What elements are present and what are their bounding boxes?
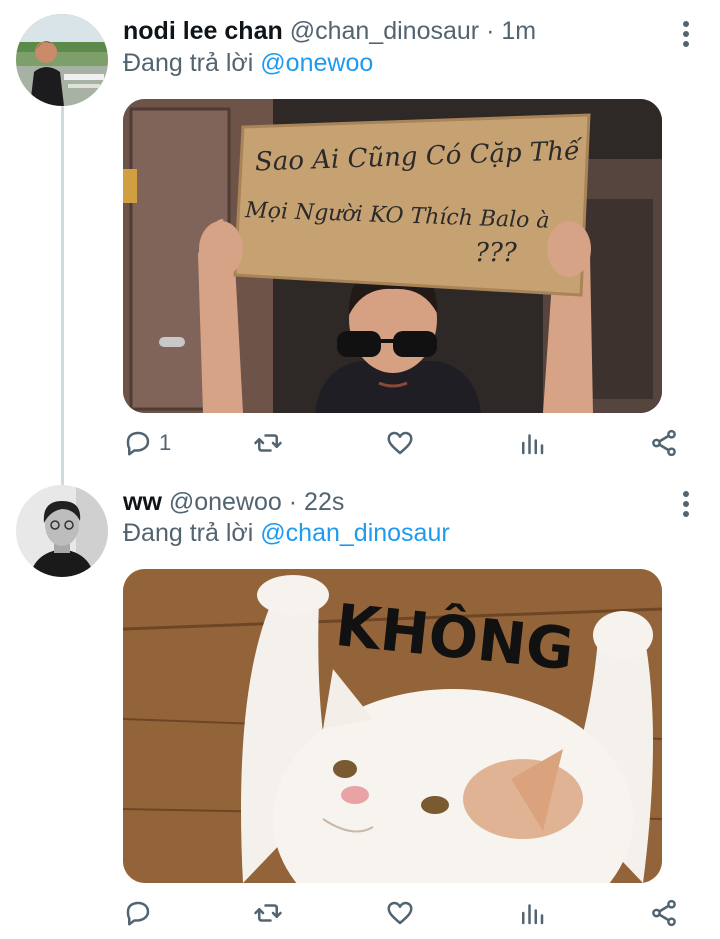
reply-icon (126, 431, 150, 456)
retweet-icon (254, 904, 282, 922)
share-icon (652, 899, 676, 927)
separator: · (288, 488, 298, 516)
analytics-icon (522, 434, 544, 455)
share-icon (652, 429, 676, 457)
more-icon[interactable] (682, 491, 690, 517)
avatar[interactable] (16, 14, 108, 106)
tweet-2[interactable]: ww @onewoo · 22s Đang trả lời @chan_dino… (0, 470, 720, 939)
sign-text-line-3: ??? (475, 238, 518, 268)
mention-link[interactable]: @chan_dinosaur (260, 519, 449, 547)
timestamp[interactable]: 22s (304, 488, 344, 516)
user-handle[interactable]: @chan_dinosaur (290, 17, 479, 45)
replying-to: Đang trả lời @onewoo (123, 49, 373, 78)
mention-link[interactable]: @onewoo (260, 49, 373, 77)
like-button[interactable] (385, 425, 415, 461)
user-handle[interactable]: @onewoo (169, 488, 282, 516)
avatar-image (16, 485, 108, 577)
replying-to-label: Đang trả lời (123, 519, 254, 547)
share-button[interactable] (649, 425, 679, 461)
avatar-image (16, 14, 108, 106)
reply-button[interactable]: 1 (123, 425, 171, 461)
share-button[interactable] (649, 895, 679, 931)
retweet-button[interactable] (253, 895, 283, 931)
display-name[interactable]: ww (123, 488, 162, 516)
tweet-actions: 1 (123, 425, 679, 461)
more-icon[interactable] (682, 21, 690, 47)
separator: · (486, 17, 495, 45)
avatar[interactable] (16, 485, 108, 577)
retweet-icon (254, 434, 282, 452)
reply-button[interactable] (123, 895, 159, 931)
tweet-header: ww @onewoo · 22s (123, 488, 344, 517)
analytics-icon (522, 904, 544, 925)
analytics-button[interactable] (517, 895, 547, 931)
tweet-1[interactable]: nodi lee chan @chan_dinosaur · 1m Đang t… (0, 0, 720, 470)
replying-to-label: Đang trả lời (123, 49, 254, 77)
like-icon (387, 431, 413, 455)
photo-cat-arms-raised: KHÔNG (123, 569, 662, 883)
tweet-header: nodi lee chan @chan_dinosaur · 1m (123, 17, 536, 46)
reply-icon (126, 901, 150, 926)
tweet-image[interactable]: Sao Ai Cũng Có Cặp Thế Mọi Người KO Thíc… (123, 99, 662, 413)
display-name[interactable]: nodi lee chan (123, 17, 283, 45)
replying-to: Đang trả lời @chan_dinosaur (123, 519, 450, 548)
tweet-actions (123, 895, 679, 931)
retweet-button[interactable] (253, 425, 283, 461)
reply-count: 1 (159, 430, 172, 455)
tweet-image[interactable]: KHÔNG (123, 569, 662, 883)
photo-person-holding-sign: Sao Ai Cũng Có Cặp Thế Mọi Người KO Thíc… (123, 99, 662, 413)
like-button[interactable] (385, 895, 415, 931)
analytics-button[interactable] (517, 425, 547, 461)
timestamp[interactable]: 1m (501, 17, 536, 45)
like-icon (387, 901, 413, 925)
